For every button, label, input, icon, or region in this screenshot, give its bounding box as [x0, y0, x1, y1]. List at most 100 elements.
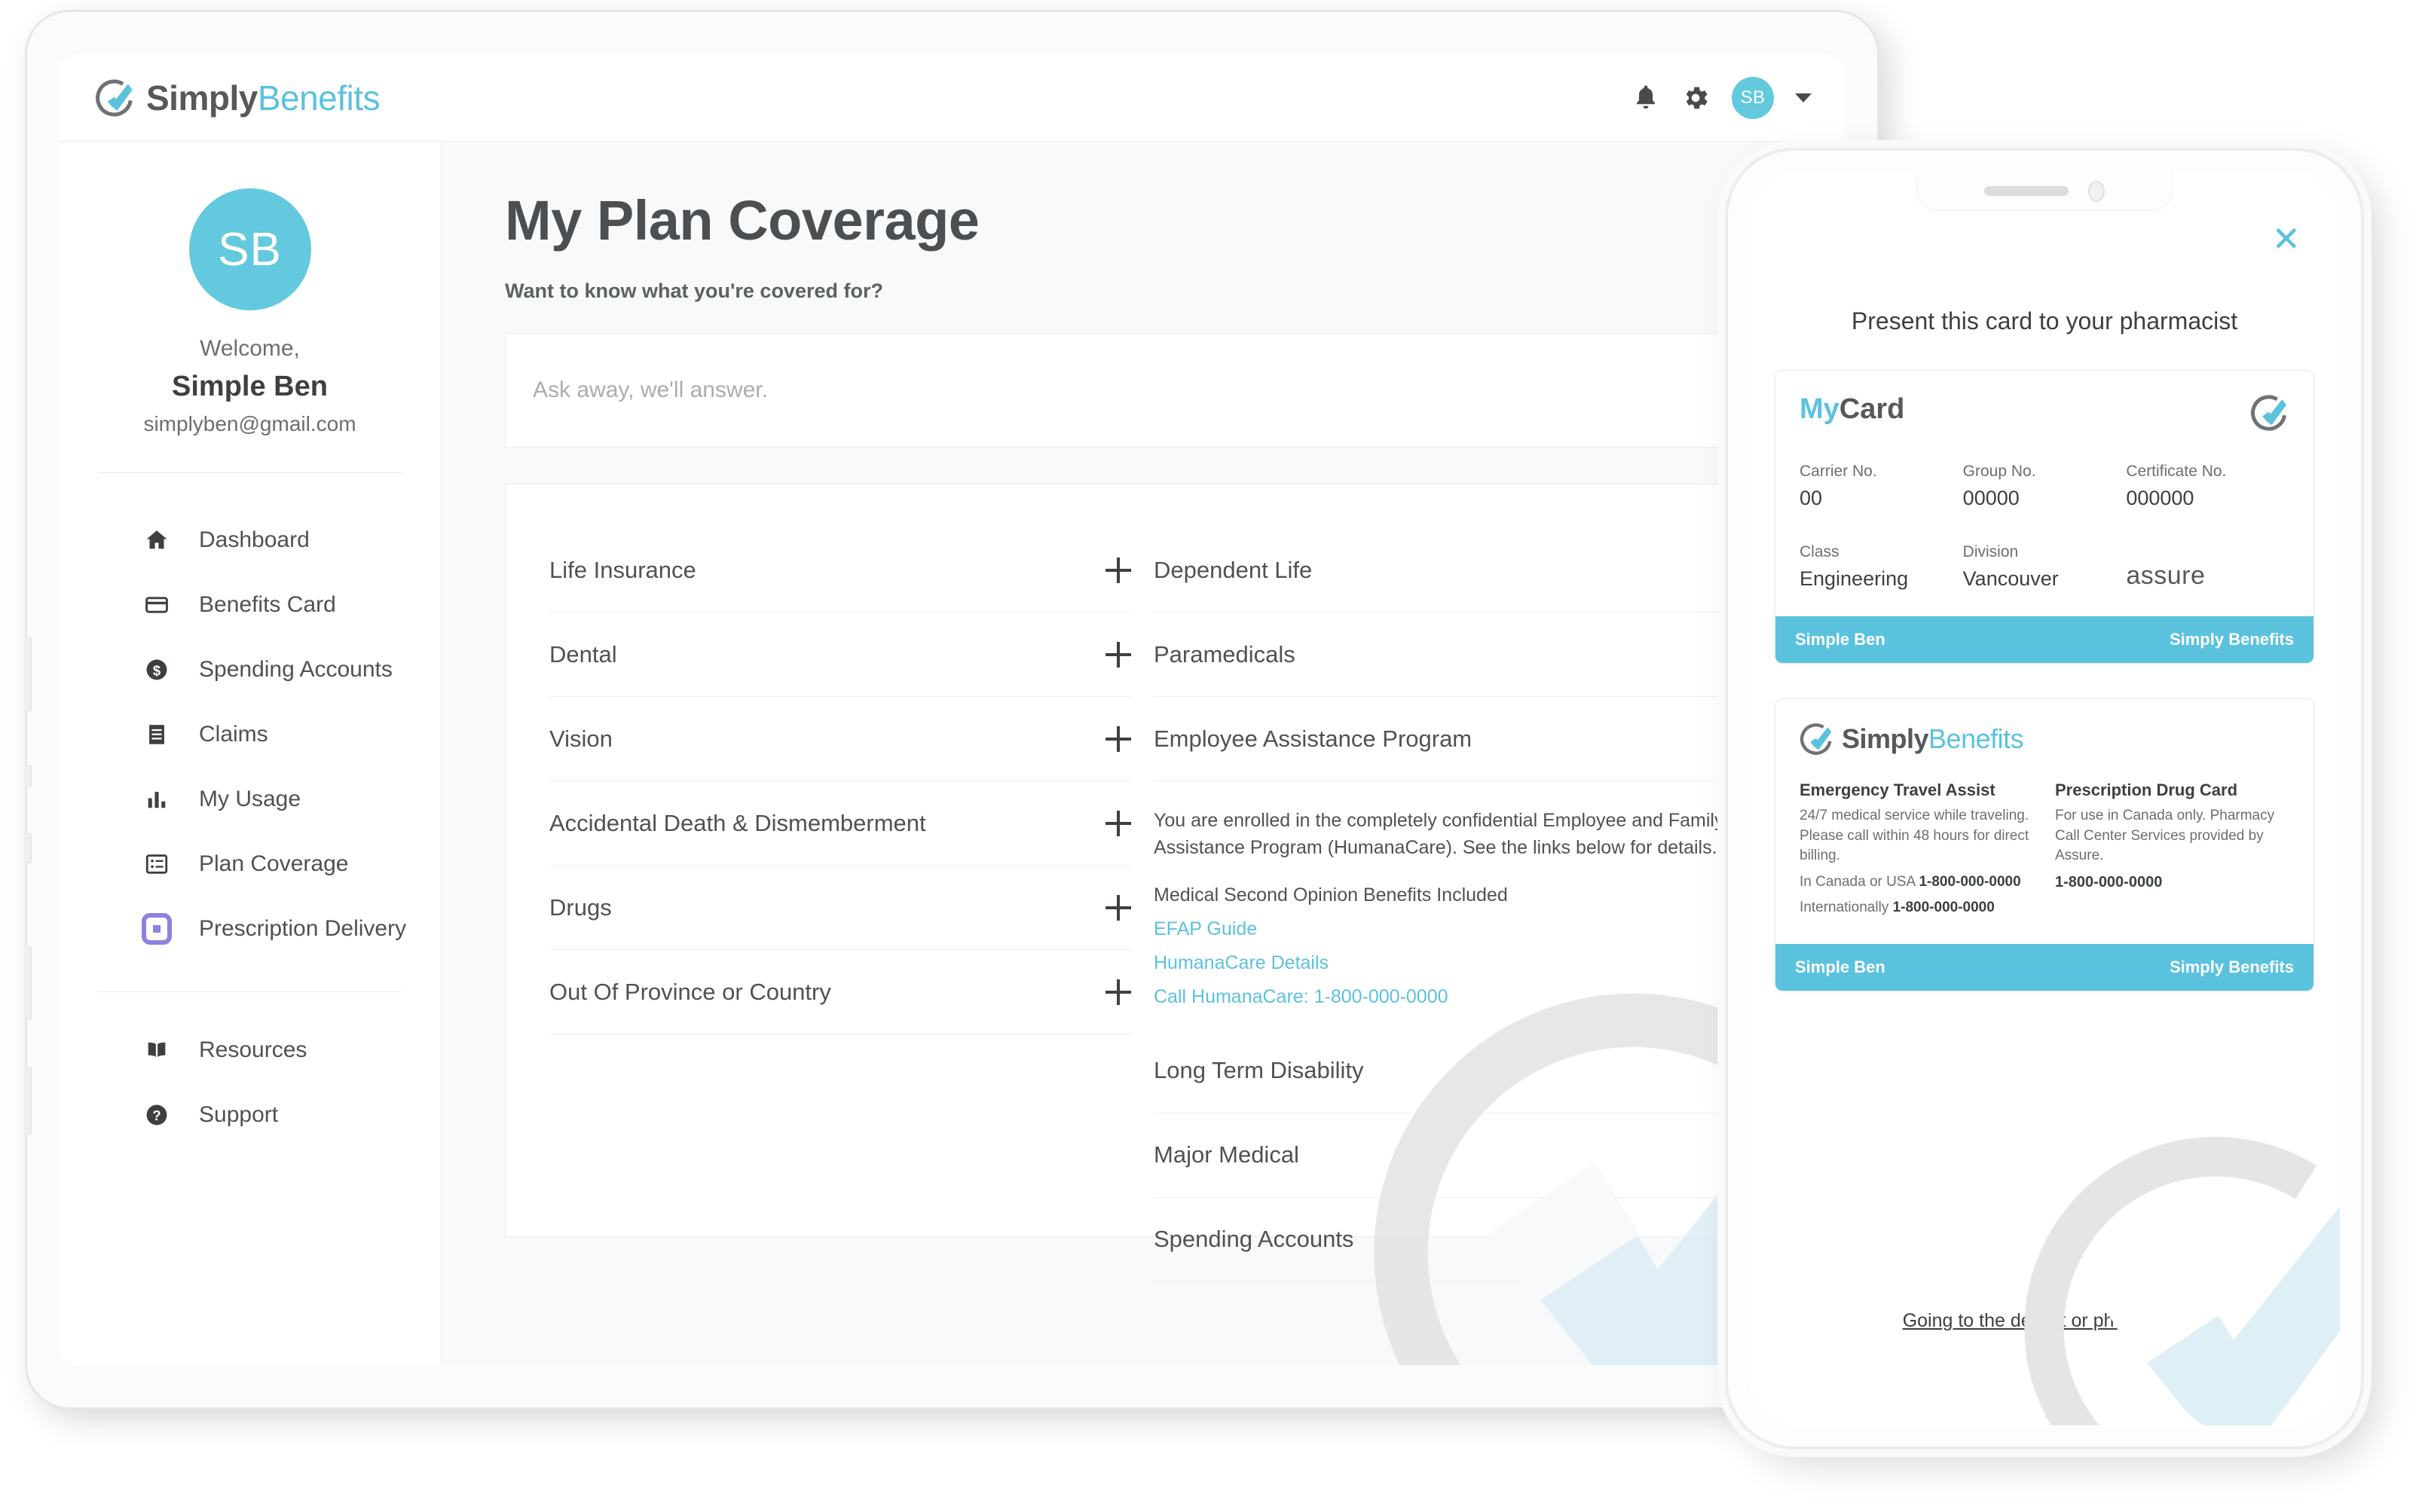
tablet-device: SimplyBenefits SB SB Welcome, Simple Ben… [24, 12, 1880, 1407]
phone-notch [1916, 172, 2173, 211]
sidebar-item-spending-accounts[interactable]: $ Spending Accounts [59, 637, 441, 702]
coverage-row[interactable]: Long Term Disability [1154, 1029, 1802, 1113]
receipt-icon [142, 722, 172, 747]
field-value: 00000 [1962, 487, 2020, 509]
mycard-footer-brand: Simply Benefits [2169, 630, 2294, 649]
card2-footer-name: Simple Ben [1795, 957, 1885, 976]
coverage-row[interactable]: Accidental Death & Dismemberment [549, 781, 1131, 866]
drug-phone-number: 1-800-000-0000 [2055, 873, 2163, 890]
sidebar-item-dashboard[interactable]: Dashboard [59, 508, 441, 573]
coverage-column-left: Life Insurance Dental Vision Accidental … [506, 528, 1154, 1236]
bell-icon[interactable] [1632, 83, 1659, 113]
sidebar-item-label: Prescription Delivery [199, 916, 407, 941]
tablet-side-button[interactable] [24, 637, 32, 711]
page-title: My Plan Coverage [505, 189, 980, 252]
call-humanacare-link[interactable]: Call HumanaCare: 1-800-000-0000 [1154, 986, 1802, 1008]
sidebar-footer-nav: Resources ? Support [59, 1018, 441, 1147]
mycard-title-card: Card [1839, 393, 1905, 425]
sidebar-divider-top [98, 472, 402, 473]
logo-wordmark: SimplyBenefits [146, 78, 381, 118]
coverage-row[interactable]: Vision [549, 697, 1131, 781]
card2-wordmark: SimplyBenefits [1842, 723, 2024, 755]
sidebar-item-resources[interactable]: Resources [59, 1018, 441, 1083]
phone-background-watermark-logo [2024, 1137, 2340, 1425]
mycard-title: MyCard [1800, 393, 1904, 426]
profile-avatar[interactable]: SB [188, 188, 311, 310]
tablet-side-button[interactable] [24, 1067, 32, 1135]
phone-title: Present this card to your pharmacist [1851, 307, 2238, 334]
coverage-label: Long Term Disability [1154, 1057, 1364, 1083]
profile-avatar-initials: SB [218, 223, 282, 276]
plus-icon[interactable] [1106, 979, 1131, 1005]
tablet-side-button[interactable] [24, 833, 32, 863]
app-logo[interactable]: SimplyBenefits [95, 78, 381, 118]
sidebar-item-my-usage[interactable]: My Usage [59, 767, 441, 832]
coverage-row[interactable]: Dependent Life [1154, 528, 1802, 612]
phone-device: ✕ Present this card to your pharmacist M… [1728, 151, 2361, 1446]
coverage-row[interactable]: Paramedicals [1154, 612, 1802, 697]
chevron-down-icon[interactable] [1795, 93, 1812, 102]
logo-word-benefits: Benefits [257, 78, 381, 118]
close-icon[interactable]: ✕ [2271, 221, 2301, 256]
dollar-circle-icon: $ [142, 657, 172, 683]
humanacare-details-link[interactable]: HumanaCare Details [1154, 952, 1802, 974]
sidebar-item-plan-coverage[interactable]: Plan Coverage [59, 832, 441, 897]
page-subtitle: Want to know what you're covered for? [505, 279, 883, 302]
coverage-row[interactable]: Out Of Province or Country [549, 950, 1131, 1034]
mycard-fields-row-1: Carrier No. 00 Group No. 00000 Certifica… [1800, 463, 2289, 510]
sidebar-item-claims[interactable]: Claims [59, 702, 441, 767]
svg-text:$: $ [153, 663, 161, 679]
coverage-column-right: Dependent Life Paramedicals Employee Ass… [1154, 528, 1802, 1282]
speaker-icon [1984, 186, 2069, 196]
logo-word-benefits: Benefits [1928, 723, 2024, 754]
sidebar-item-label: Support [199, 1102, 279, 1127]
search-placeholder: Ask away, we'll answer. [533, 377, 768, 402]
plus-icon[interactable] [1106, 894, 1131, 921]
card2-footer: Simple Ben Simply Benefits [1775, 943, 2313, 991]
tablet-side-button[interactable] [24, 765, 32, 787]
sidebar-item-label: Resources [199, 1037, 307, 1062]
sidebar-nav: Dashboard Benefits Card $ Spending Accou… [59, 508, 441, 961]
coverage-row[interactable]: Drugs [549, 866, 1131, 950]
coverage-row[interactable]: Dental [549, 612, 1131, 697]
gear-icon[interactable] [1680, 83, 1711, 113]
field-value: 00 [1800, 487, 1823, 509]
efap-details: You are enrolled in the completely confi… [1154, 781, 1802, 1029]
travel-body: 24/7 medical service while traveling. Pl… [1800, 808, 2029, 864]
coverage-label: Life Insurance [549, 556, 696, 583]
coverage-row[interactable]: Major Medical [1154, 1113, 1802, 1198]
efap-second-opinion: Medical Second Opinion Benefits Included [1154, 884, 1508, 906]
field-value: Engineering [1800, 567, 1909, 590]
coverage-label: Dental [549, 640, 617, 667]
certificate-field: Certificate No. 000000 [2126, 463, 2289, 510]
plus-icon[interactable] [1106, 810, 1131, 836]
profile-name: Simple Ben [172, 371, 328, 402]
field-value: 000000 [2126, 487, 2194, 509]
coverage-row[interactable]: Spending Accounts [1154, 1198, 1802, 1282]
plus-icon[interactable] [1106, 641, 1131, 667]
sidebar-item-prescription-delivery[interactable]: Prescription Delivery [59, 897, 441, 961]
plus-icon[interactable] [1106, 725, 1131, 752]
coverage-label: Out Of Province or Country [549, 978, 831, 1005]
coverage-row[interactable]: Life Insurance [549, 528, 1131, 612]
dentist-pharmacy-link[interactable]: Going to the dentist or pharmacy? [1749, 1310, 2340, 1332]
coverage-row[interactable]: Employee Assistance Program [1154, 697, 1802, 781]
logo-word-simply: Simply [1842, 723, 1929, 754]
search-input[interactable]: Ask away, we'll answer. [505, 333, 1845, 447]
tablet-side-button[interactable] [24, 946, 32, 1020]
avatar-initials: SB [1740, 87, 1766, 108]
sidebar-item-benefits-card[interactable]: Benefits Card [59, 573, 441, 637]
insurer-logo: assure [2126, 561, 2289, 591]
sidebar-item-label: Benefits Card [199, 592, 336, 617]
list-box-icon [142, 851, 172, 877]
avatar[interactable]: SB [1732, 76, 1774, 119]
prescription-drug-card: Prescription Drug Card For use in Canada… [2055, 780, 2289, 918]
travel-intl-line: Internationally 1-800-000-0000 [1800, 898, 2034, 918]
efap-guide-link[interactable]: EFAP Guide [1154, 918, 1802, 940]
plus-icon[interactable] [1106, 557, 1131, 583]
sidebar-item-support[interactable]: ? Support [59, 1083, 441, 1147]
coverage-label: Accidental Death & Dismemberment [549, 809, 926, 836]
logo-word-simply: Simply [146, 78, 258, 118]
coverage-label: Major Medical [1154, 1141, 1299, 1168]
efap-paragraph: You are enrolled in the completely confi… [1154, 810, 1724, 859]
